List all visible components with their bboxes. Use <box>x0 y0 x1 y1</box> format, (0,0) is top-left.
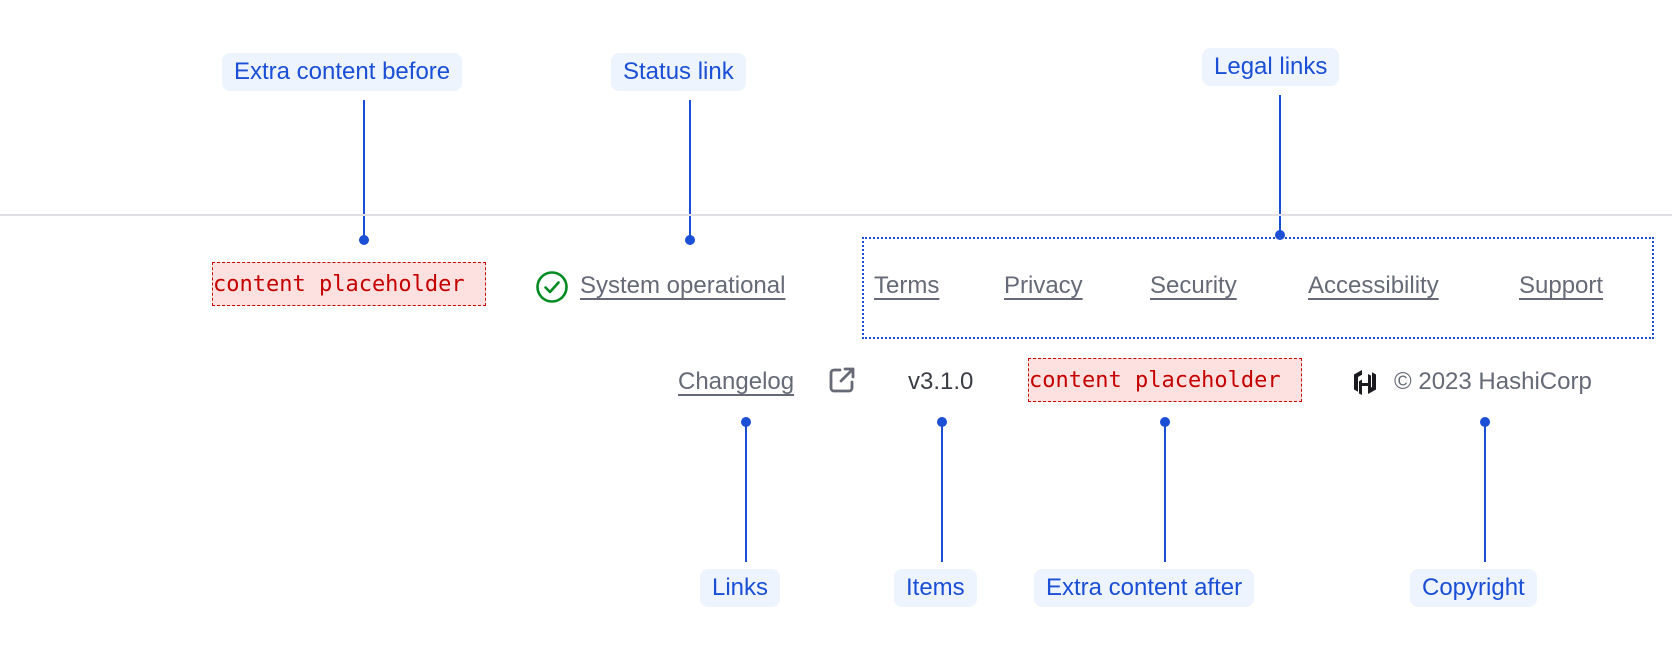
copyright-text: © 2023 HashiCorp <box>1394 368 1592 395</box>
external-link-icon[interactable] <box>826 364 858 396</box>
legal-link-terms[interactable]: Terms <box>874 272 939 300</box>
callout-extra-content-before: Extra content before <box>222 53 463 91</box>
callout-dot <box>359 235 369 245</box>
footer-divider <box>0 214 1672 216</box>
callout-line <box>1484 422 1486 562</box>
callout-dot <box>685 235 695 245</box>
callout-copyright: Copyright <box>1410 569 1537 607</box>
check-circle-icon <box>535 270 569 304</box>
hashicorp-logo-icon <box>1351 368 1379 396</box>
legal-link-support[interactable]: Support <box>1519 272 1603 300</box>
extra-content-before-placeholder: content placeholder <box>212 262 486 306</box>
legal-link-security[interactable]: Security <box>1150 272 1237 300</box>
callout-extra-content-after: Extra content after <box>1034 569 1255 607</box>
callout-status-link: Status link <box>611 53 746 91</box>
legal-link-privacy[interactable]: Privacy <box>1004 272 1083 300</box>
callout-line <box>1279 95 1281 233</box>
callout-items: Items <box>894 569 977 607</box>
status-link[interactable]: System operational <box>580 272 785 300</box>
callout-legal-links: Legal links <box>1202 48 1340 86</box>
callout-line <box>689 100 691 238</box>
callout-line <box>1164 422 1166 562</box>
extra-content-after-placeholder: content placeholder <box>1028 358 1302 402</box>
callout-line <box>745 422 747 562</box>
callout-line <box>941 422 943 562</box>
version-item: v3.1.0 <box>908 368 974 395</box>
changelog-link[interactable]: Changelog <box>678 368 794 396</box>
callout-line <box>363 100 365 238</box>
callout-links: Links <box>700 569 781 607</box>
legal-link-accessibility[interactable]: Accessibility <box>1308 272 1439 300</box>
